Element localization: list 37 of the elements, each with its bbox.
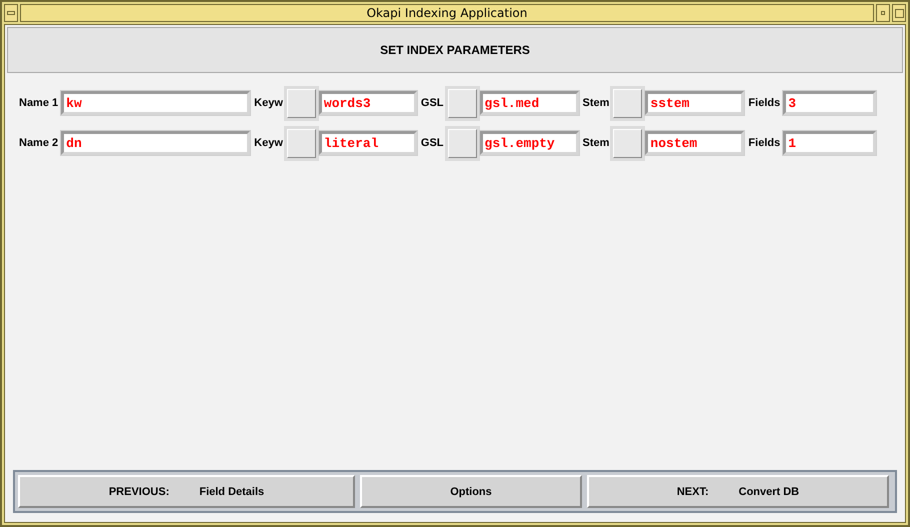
keyword-field[interactable]: literal <box>318 131 417 155</box>
field-label: Fields <box>748 97 780 109</box>
select-button[interactable] <box>612 88 644 118</box>
field-label: Stem <box>582 97 610 109</box>
name-field[interactable]: dn <box>61 131 250 155</box>
select-button[interactable] <box>612 128 644 158</box>
maximize-button[interactable] <box>892 4 906 22</box>
field-label: Keyw <box>254 137 283 149</box>
field-label: Name 1 <box>19 97 58 109</box>
fields-field[interactable]: 1 <box>783 131 876 155</box>
nav-button[interactable]: Options <box>360 475 582 508</box>
select-button[interactable] <box>446 128 478 158</box>
field-label: Name 2 <box>19 137 58 149</box>
gsl-field[interactable]: gsl.med <box>480 91 579 115</box>
field-label: Fields <box>748 137 780 149</box>
field-label: Keyw <box>254 97 283 109</box>
nav-button[interactable]: NEXT: Convert DB <box>587 475 889 508</box>
maximize-icon <box>894 8 904 18</box>
select-button[interactable] <box>446 88 478 118</box>
field-label: Stem <box>582 137 610 149</box>
field-label: GSL <box>420 137 444 149</box>
stem-field[interactable]: nostem <box>645 131 744 155</box>
stem-field[interactable]: sstem <box>645 91 744 115</box>
gsl-field[interactable]: gsl.empty <box>480 131 579 155</box>
name-field[interactable]: kw <box>61 91 250 115</box>
minimize-button[interactable] <box>876 4 890 22</box>
window-menu-button[interactable] <box>4 4 18 22</box>
field-label: GSL <box>420 97 444 109</box>
window-title: Okapi Indexing Application <box>20 4 874 22</box>
section-header: SET INDEX PARAMETERS <box>7 27 903 73</box>
fields-field[interactable]: 3 <box>783 91 876 115</box>
menu-bar-icon <box>7 11 15 15</box>
minimize-icon <box>881 11 885 15</box>
keyword-field[interactable]: words3 <box>318 91 417 115</box>
select-button[interactable] <box>286 128 317 158</box>
nav-button[interactable]: PREVIOUS: Field Details <box>18 475 355 508</box>
select-button[interactable] <box>286 88 317 118</box>
